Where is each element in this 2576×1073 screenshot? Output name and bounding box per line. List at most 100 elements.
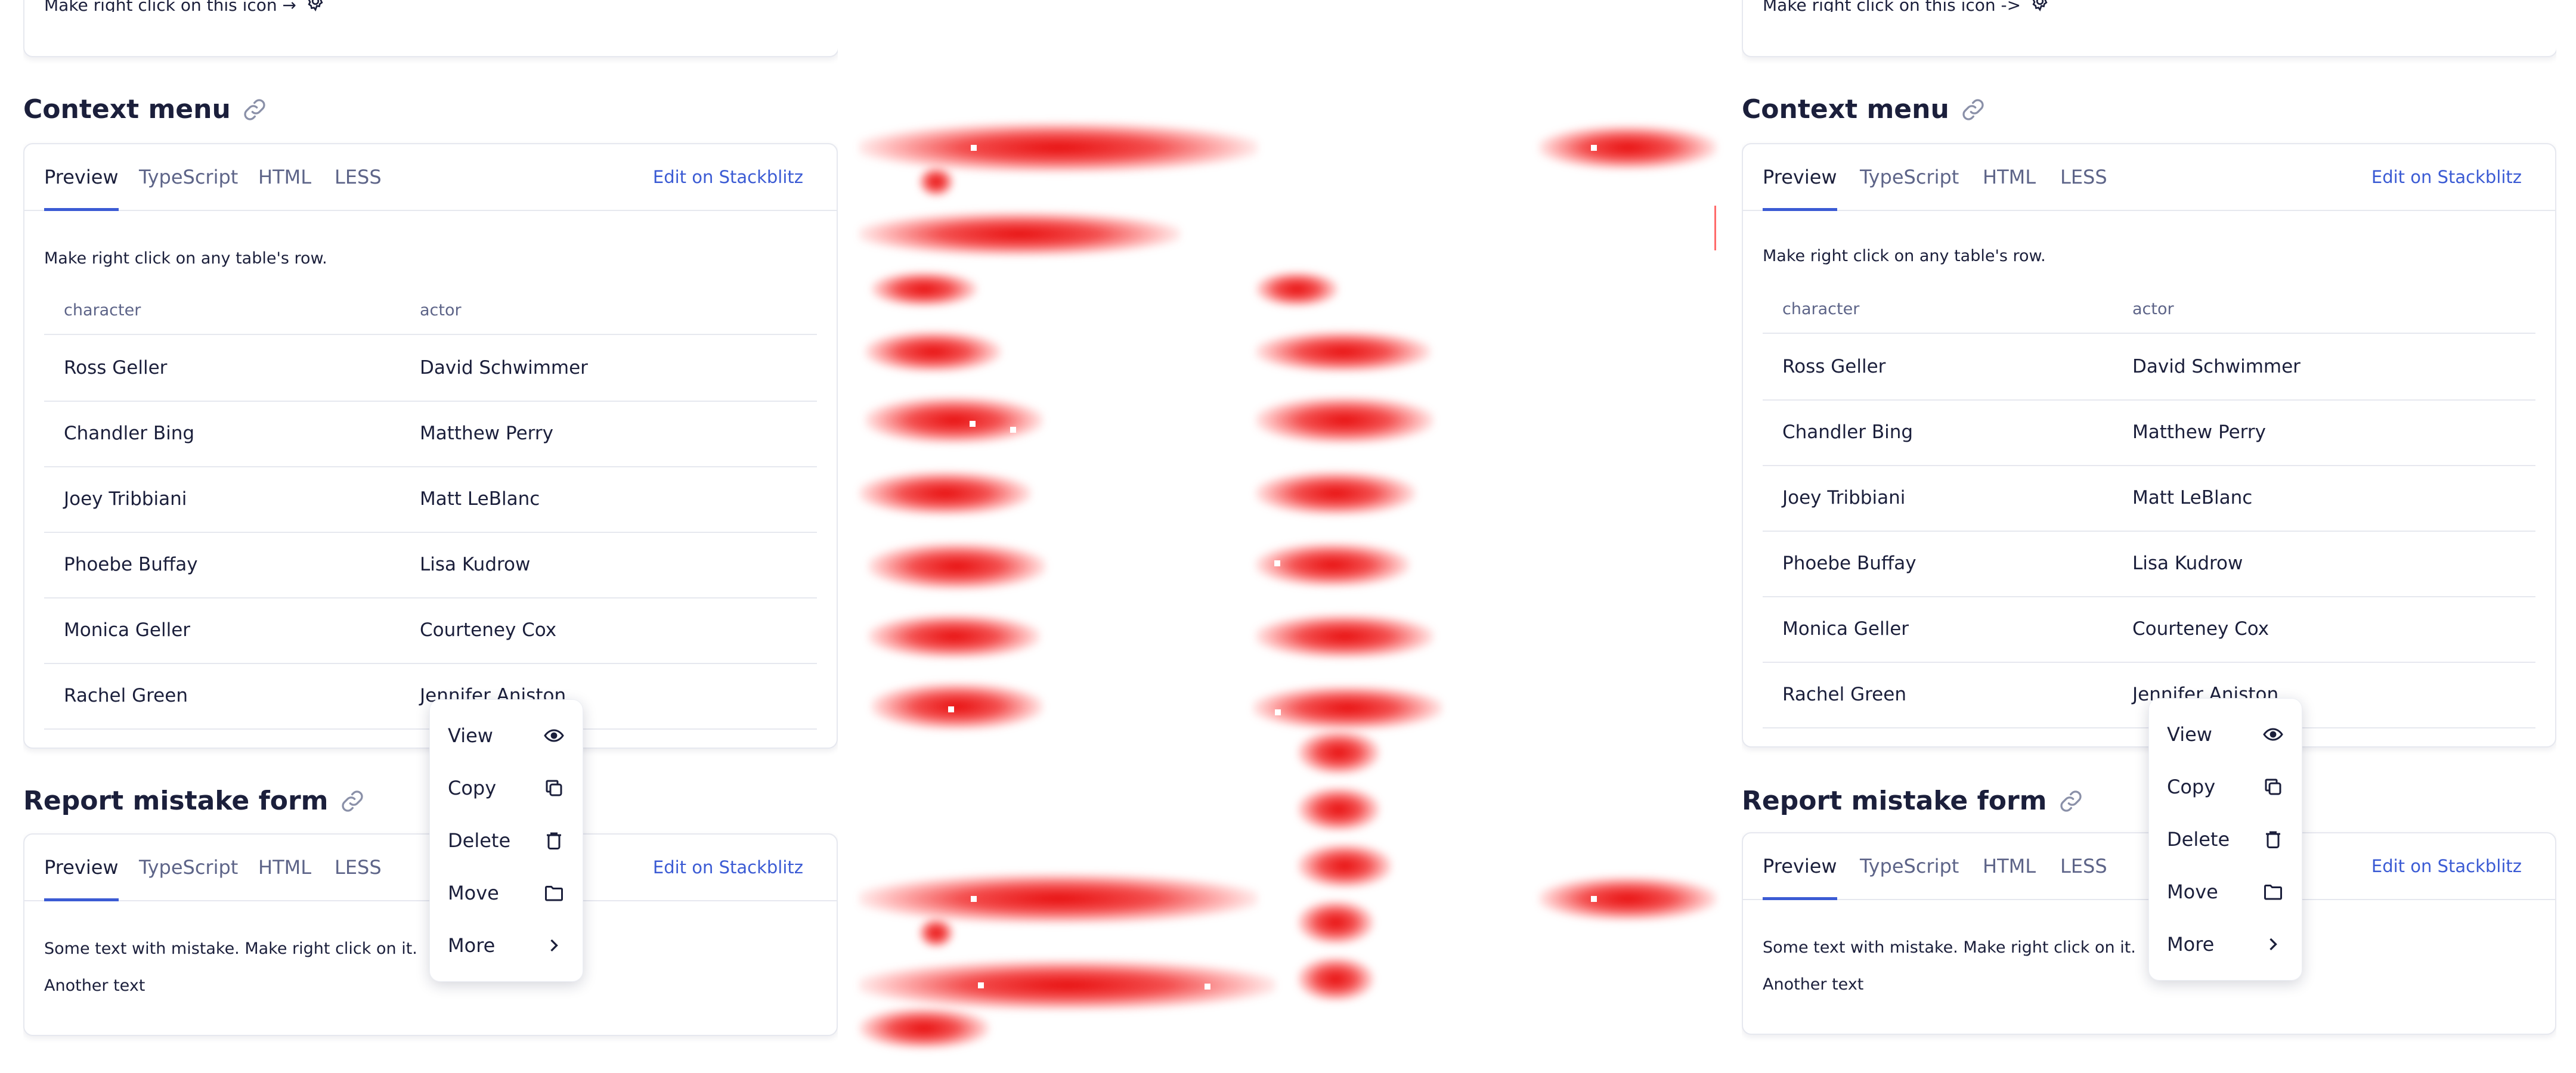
tab-less[interactable]: LESS <box>335 835 382 900</box>
folder-icon <box>545 886 563 901</box>
tab-preview[interactable]: Preview <box>44 835 119 901</box>
character-cell: Joey Tribbiani <box>1782 487 1906 508</box>
table-row[interactable]: Joey Tribbiani Matt LeBlanc <box>1763 465 2535 532</box>
menu-item-label: Copy <box>2167 776 2216 798</box>
folder-icon <box>2264 885 2282 900</box>
table-row[interactable]: Monica Geller Courteney Cox <box>1763 596 2535 663</box>
edit-on-stackblitz-link[interactable]: Edit on Stackblitz <box>653 835 803 900</box>
table-row[interactable]: Joey Tribbiani Matt LeBlanc <box>44 466 817 533</box>
edit-on-stackblitz-link[interactable]: Edit on Stackblitz <box>2371 144 2522 210</box>
heatmap-blob <box>859 122 1258 173</box>
tab-typescript[interactable]: TypeScript <box>1860 144 1959 210</box>
actor-cell: Matt LeBlanc <box>420 488 540 510</box>
icon-instruction-text: Make right click on this icon -> <box>1763 0 2021 12</box>
menu-item-copy[interactable]: Copy <box>2149 761 2302 813</box>
tab-preview[interactable]: Preview <box>44 144 119 211</box>
table-header: character actor <box>44 286 817 335</box>
character-cell: Phoebe Buffay <box>64 554 198 575</box>
column-header-character: character <box>1782 299 1860 318</box>
heatmap-edge <box>1714 206 1716 250</box>
menu-item-view[interactable]: View <box>2149 708 2302 761</box>
tab-less[interactable]: LESS <box>2060 144 2107 210</box>
menu-item-view[interactable]: View <box>430 709 583 762</box>
heatmap-hotspot <box>970 421 976 427</box>
heatmap-blob <box>859 873 1258 924</box>
tab-preview[interactable]: Preview <box>1763 144 1837 211</box>
tab-preview[interactable]: Preview <box>1763 833 1837 900</box>
menu-item-label: View <box>448 724 493 747</box>
tab-bar: Preview TypeScript HTML LESS Edit on Sta… <box>1743 144 2555 211</box>
tab-less[interactable]: LESS <box>2060 833 2107 899</box>
heatmap-blob <box>1255 614 1434 659</box>
menu-item-label: Move <box>2167 880 2218 903</box>
heatmap-blob <box>1252 686 1443 730</box>
tab-less[interactable]: LESS <box>335 144 382 210</box>
character-cell: Ross Geller <box>1782 356 1886 377</box>
edit-on-stackblitz-link[interactable]: Edit on Stackblitz <box>653 144 803 210</box>
heatmap-blob <box>859 471 1032 516</box>
heatmap-blob <box>1255 396 1434 444</box>
menu-item-label: Move <box>448 882 499 904</box>
table-row[interactable]: Phoebe Buffay Lisa Kudrow <box>1763 531 2535 597</box>
menu-item-copy[interactable]: Copy <box>430 762 583 814</box>
gear-icon[interactable] <box>2029 0 2051 12</box>
actor-cell: Matthew Perry <box>2132 421 2266 443</box>
table-row[interactable]: Chandler Bing Matthew Perry <box>1763 399 2535 466</box>
context-menu-demo-card: Preview TypeScript HTML LESS Edit on Sta… <box>23 143 838 749</box>
table-instruction: Make right click on any table's row. <box>44 249 327 268</box>
heatmap-blob <box>859 1007 990 1049</box>
table-row[interactable]: Ross Geller David Schwimmer <box>1763 334 2535 401</box>
menu-item-more[interactable]: More <box>430 919 583 972</box>
character-cell: Chandler Bing <box>1782 421 1914 443</box>
actor-cell: Lisa Kudrow <box>420 554 531 575</box>
icon-instruction: Make right click on this icon -> <box>1763 0 2051 12</box>
trash-icon <box>547 832 561 849</box>
context-menu-section-title: Context menu <box>1742 94 1986 125</box>
heatmap-blob <box>1297 843 1392 888</box>
gear-icon[interactable] <box>305 0 326 12</box>
mistake-text[interactable]: Some text with mistake. Make right click… <box>1763 938 2136 957</box>
tab-html[interactable]: HTML <box>258 144 311 210</box>
actor-cell: David Schwimmer <box>2132 356 2301 377</box>
heatmap-blob <box>865 396 1044 444</box>
table-instruction: Make right click on any table's row. <box>1763 247 2046 265</box>
menu-item-label: Delete <box>448 829 511 852</box>
tab-html[interactable]: HTML <box>258 835 311 900</box>
tab-typescript[interactable]: TypeScript <box>139 144 238 210</box>
anchor-link-icon[interactable] <box>1960 97 1986 123</box>
mistake-text[interactable]: Some text with mistake. Make right click… <box>44 939 417 958</box>
menu-item-move[interactable]: Move <box>2149 866 2302 918</box>
anchor-link-icon[interactable] <box>242 97 268 123</box>
anchor-link-icon[interactable] <box>339 788 366 814</box>
menu-item-label: View <box>2167 723 2212 746</box>
heatmap-blob <box>918 167 954 197</box>
chevron-right-icon <box>550 939 558 952</box>
tab-typescript[interactable]: TypeScript <box>139 835 238 900</box>
heatmap-blob <box>1538 125 1717 170</box>
menu-item-delete[interactable]: Delete <box>2149 813 2302 866</box>
context-menu-demo-card: Preview TypeScript HTML LESS Edit on Sta… <box>1742 143 2556 748</box>
menu-item-delete[interactable]: Delete <box>430 814 583 867</box>
heatmap-hotspot <box>971 896 977 902</box>
tab-html[interactable]: HTML <box>1983 833 2036 899</box>
character-cell: Rachel Green <box>1782 684 1906 705</box>
column-header-actor: actor <box>420 300 462 320</box>
table-row[interactable]: Ross Geller David Schwimmer <box>44 335 817 402</box>
menu-item-label: More <box>2167 933 2215 956</box>
menu-item-move[interactable]: Move <box>430 867 583 919</box>
edit-on-stackblitz-link[interactable]: Edit on Stackblitz <box>2371 833 2522 899</box>
character-cell: Ross Geller <box>64 357 168 379</box>
menu-item-more[interactable]: More <box>2149 918 2302 970</box>
anchor-link-icon[interactable] <box>2058 788 2084 814</box>
table-header: character actor <box>1763 285 2535 334</box>
tab-html[interactable]: HTML <box>1983 144 2036 210</box>
table-row[interactable]: Chandler Bing Matthew Perry <box>44 401 817 467</box>
left-panel: Make right click on this icon → Context … <box>23 0 838 1073</box>
table-row[interactable]: Monica Geller Courteney Cox <box>44 597 817 664</box>
tab-typescript[interactable]: TypeScript <box>1860 833 1959 899</box>
heatmap-blob <box>871 271 978 307</box>
table-row[interactable]: Phoebe Buffay Lisa Kudrow <box>44 532 817 598</box>
character-cell: Monica Geller <box>1782 618 1909 640</box>
heatmap-blob <box>859 960 1276 1010</box>
attention-heatmap-overlay <box>859 0 1717 1073</box>
